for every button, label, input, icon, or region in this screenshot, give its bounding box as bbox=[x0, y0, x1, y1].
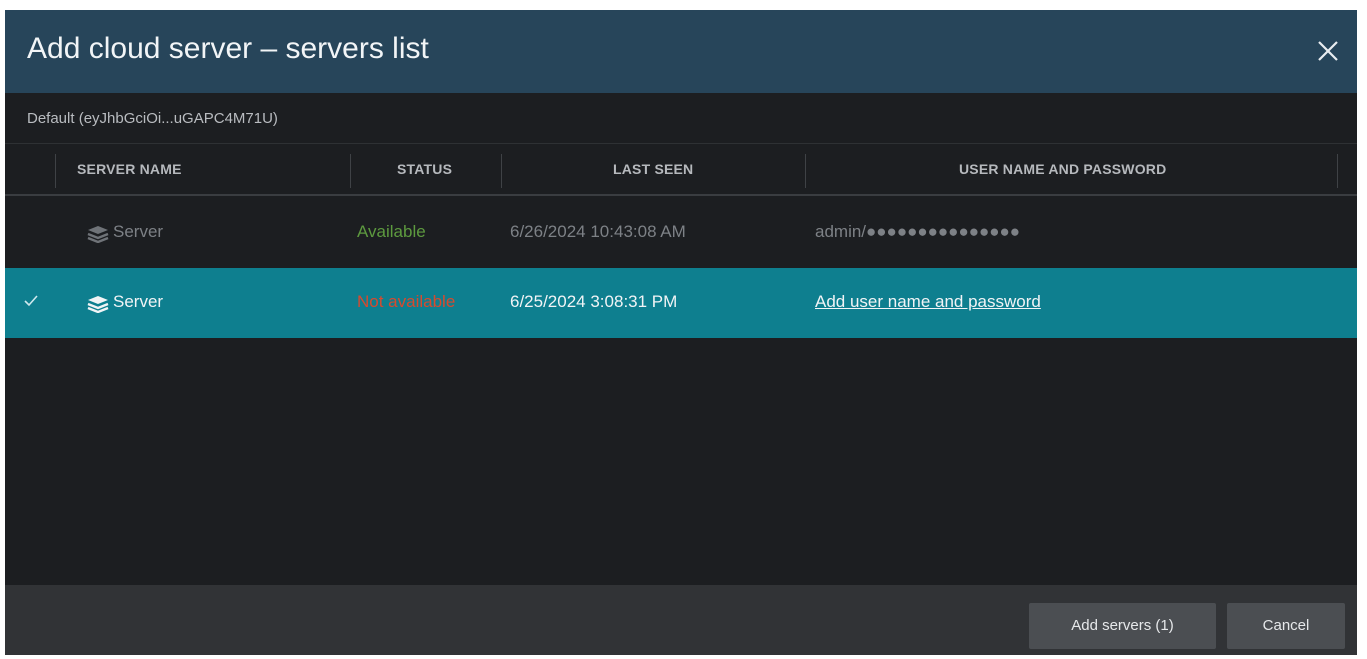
table-header: SERVER NAME STATUS LAST SEEN USER NAME A… bbox=[5, 143, 1357, 196]
status-badge: Not available bbox=[357, 292, 456, 311]
server-name: Server bbox=[113, 292, 164, 311]
column-header-server-name[interactable]: SERVER NAME bbox=[77, 161, 182, 177]
token-label: Default (eyJhbGciOi...uGAPC4M71U) bbox=[27, 110, 278, 127]
dialog-title: Add cloud server – servers list bbox=[27, 32, 429, 65]
server-stack-icon bbox=[87, 295, 109, 318]
status-badge: Available bbox=[357, 222, 426, 241]
server-name: Server bbox=[113, 222, 164, 241]
add-servers-button[interactable]: Add servers (1) bbox=[1029, 603, 1216, 649]
cancel-button[interactable]: Cancel bbox=[1227, 603, 1345, 649]
column-separator[interactable] bbox=[805, 154, 806, 188]
column-separator[interactable] bbox=[1337, 154, 1338, 188]
checkmark-icon[interactable] bbox=[23, 294, 39, 313]
credentials: admin/●●●●●●●●●●●●●●● bbox=[815, 222, 1021, 241]
column-header-last-seen[interactable]: LAST SEEN bbox=[613, 161, 693, 177]
close-icon bbox=[1318, 41, 1338, 61]
token-bar: Default (eyJhbGciOi...uGAPC4M71U) bbox=[5, 93, 1357, 143]
table-row-selected[interactable]: Server Not available 6/25/2024 3:08:31 P… bbox=[5, 268, 1357, 338]
dialog-titlebar: Add cloud server – servers list bbox=[5, 10, 1357, 93]
server-stack-icon bbox=[87, 225, 109, 248]
table-row[interactable]: Server Available 6/26/2024 10:43:08 AM a… bbox=[5, 198, 1357, 268]
close-button[interactable] bbox=[1313, 36, 1343, 66]
column-header-status[interactable]: STATUS bbox=[397, 161, 452, 177]
column-separator[interactable] bbox=[501, 154, 502, 188]
last-seen: 6/25/2024 3:08:31 PM bbox=[510, 292, 678, 311]
add-credentials-link[interactable]: Add user name and password bbox=[815, 292, 1041, 312]
column-header-credentials[interactable]: USER NAME AND PASSWORD bbox=[959, 161, 1166, 177]
last-seen: 6/26/2024 10:43:08 AM bbox=[510, 222, 686, 241]
add-cloud-server-dialog: Add cloud server – servers list Default … bbox=[5, 10, 1357, 655]
dialog-footer: Add servers (1) Cancel bbox=[5, 585, 1357, 655]
column-separator[interactable] bbox=[350, 154, 351, 188]
column-separator[interactable] bbox=[55, 154, 56, 188]
